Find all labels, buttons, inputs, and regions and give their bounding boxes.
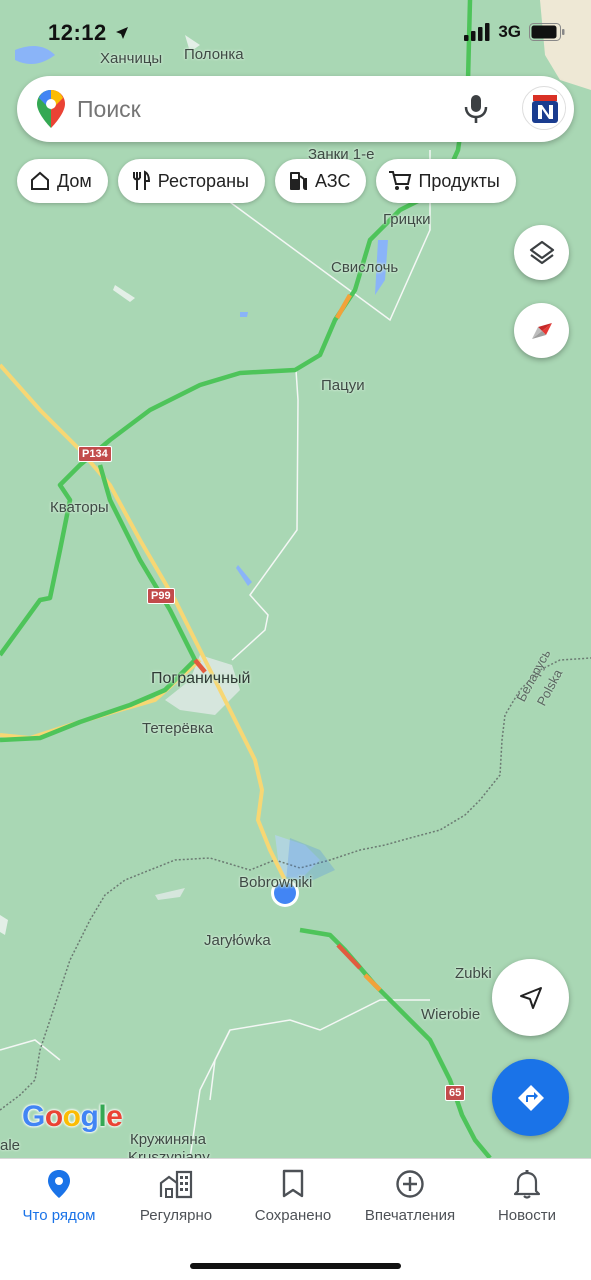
google-logo: Google: [22, 1100, 123, 1133]
nav-contribute-label: Впечатления: [364, 1207, 456, 1224]
nav-contribute[interactable]: Впечатления: [351, 1169, 469, 1224]
map-label-gritski[interactable]: Грицки: [383, 211, 431, 228]
category-chips: Дом Рестораны АЗС Продукты: [17, 159, 516, 203]
chip-gas-station[interactable]: АЗС: [274, 159, 367, 203]
map-label-jarylowka[interactable]: Jaryłówka: [204, 932, 271, 949]
home-icon: [31, 171, 49, 190]
map-label-kvatory[interactable]: Кваторы: [50, 499, 109, 516]
chip-groceries[interactable]: Продукты: [376, 159, 516, 203]
restaurant-icon: [132, 170, 150, 190]
status-indicators: 3G: [464, 22, 565, 42]
status-time: 12:12: [48, 20, 129, 46]
search-bar[interactable]: [17, 76, 574, 142]
nav-updates[interactable]: Новости: [468, 1169, 586, 1224]
nav-commute[interactable]: Регулярно: [117, 1169, 235, 1224]
home-indicator[interactable]: [190, 1263, 401, 1269]
navigation-arrow-icon: [519, 986, 542, 1009]
microphone-icon[interactable]: [462, 93, 490, 125]
bottom-navigation: Что рядом Регулярно Сохранено Впечатлени…: [0, 1158, 591, 1280]
my-location-button[interactable]: [492, 959, 569, 1036]
nav-saved[interactable]: Сохранено: [234, 1169, 352, 1224]
nav-explore[interactable]: Что рядом: [0, 1169, 118, 1224]
road-shield-p99: P99: [147, 588, 175, 604]
layers-icon: [529, 240, 554, 264]
map-label-kruzhinyana[interactable]: Кружиняна: [130, 1131, 206, 1148]
nav-explore-label: Что рядом: [22, 1207, 96, 1224]
chip-restaurants[interactable]: Рестораны: [117, 159, 265, 203]
battery-icon: [529, 23, 565, 41]
map-label-edge-left[interactable]: ale: [0, 1137, 20, 1154]
chip-groceries-label: Продукты: [418, 170, 500, 191]
map-label-bobrowniki[interactable]: Bobrowniki: [239, 874, 312, 891]
location-pin-icon: [48, 1170, 70, 1198]
avatar-image: [524, 88, 565, 129]
bookmark-icon: [282, 1169, 304, 1198]
map-label-svisloch[interactable]: Свислочь: [331, 259, 398, 276]
google-maps-pin-icon: [37, 90, 65, 128]
cart-icon: [389, 171, 412, 190]
nav-commute-label: Регулярно: [139, 1207, 213, 1224]
chip-gas-station-label: АЗС: [314, 170, 351, 191]
signal-icon: [464, 23, 490, 41]
map-label-zubki[interactable]: Zubki: [455, 965, 492, 982]
search-input[interactable]: [77, 88, 447, 130]
road-shield-p134: P134: [78, 446, 112, 462]
chip-restaurants-label: Рестораны: [157, 170, 249, 191]
compass-icon: [531, 322, 552, 339]
user-avatar[interactable]: [522, 86, 566, 130]
map-label-patsui[interactable]: Пацуи: [321, 377, 365, 394]
chip-home[interactable]: Дом: [17, 159, 108, 203]
commute-icon: [159, 1170, 193, 1199]
status-time-text: 12:12: [48, 20, 107, 45]
road-shield-65: 65: [445, 1085, 466, 1101]
chip-home-label: Дом: [57, 170, 92, 191]
status-bar: 12:12 3G: [0, 0, 591, 64]
map-label-wierobie[interactable]: Wierobie: [421, 1006, 480, 1023]
layers-button[interactable]: [514, 225, 569, 280]
compass-button[interactable]: [514, 303, 569, 358]
network-type: 3G: [498, 22, 521, 41]
add-circle-icon: [396, 1170, 424, 1198]
gas-station-icon: [289, 172, 307, 191]
directions-icon: [517, 1084, 544, 1111]
maps-screen: Ханчицы Полонка Занки 1-е Грицки Свислоч…: [0, 0, 591, 1280]
directions-button[interactable]: [492, 1059, 569, 1136]
map-label-teterevka[interactable]: Тетерёвка: [142, 720, 213, 737]
nav-updates-label: Новости: [497, 1207, 557, 1224]
location-arrow-icon: [116, 27, 129, 39]
map-label-pogranichny[interactable]: Пограничный: [151, 670, 250, 688]
nav-saved-label: Сохранено: [254, 1207, 332, 1224]
bell-icon: [514, 1170, 540, 1199]
